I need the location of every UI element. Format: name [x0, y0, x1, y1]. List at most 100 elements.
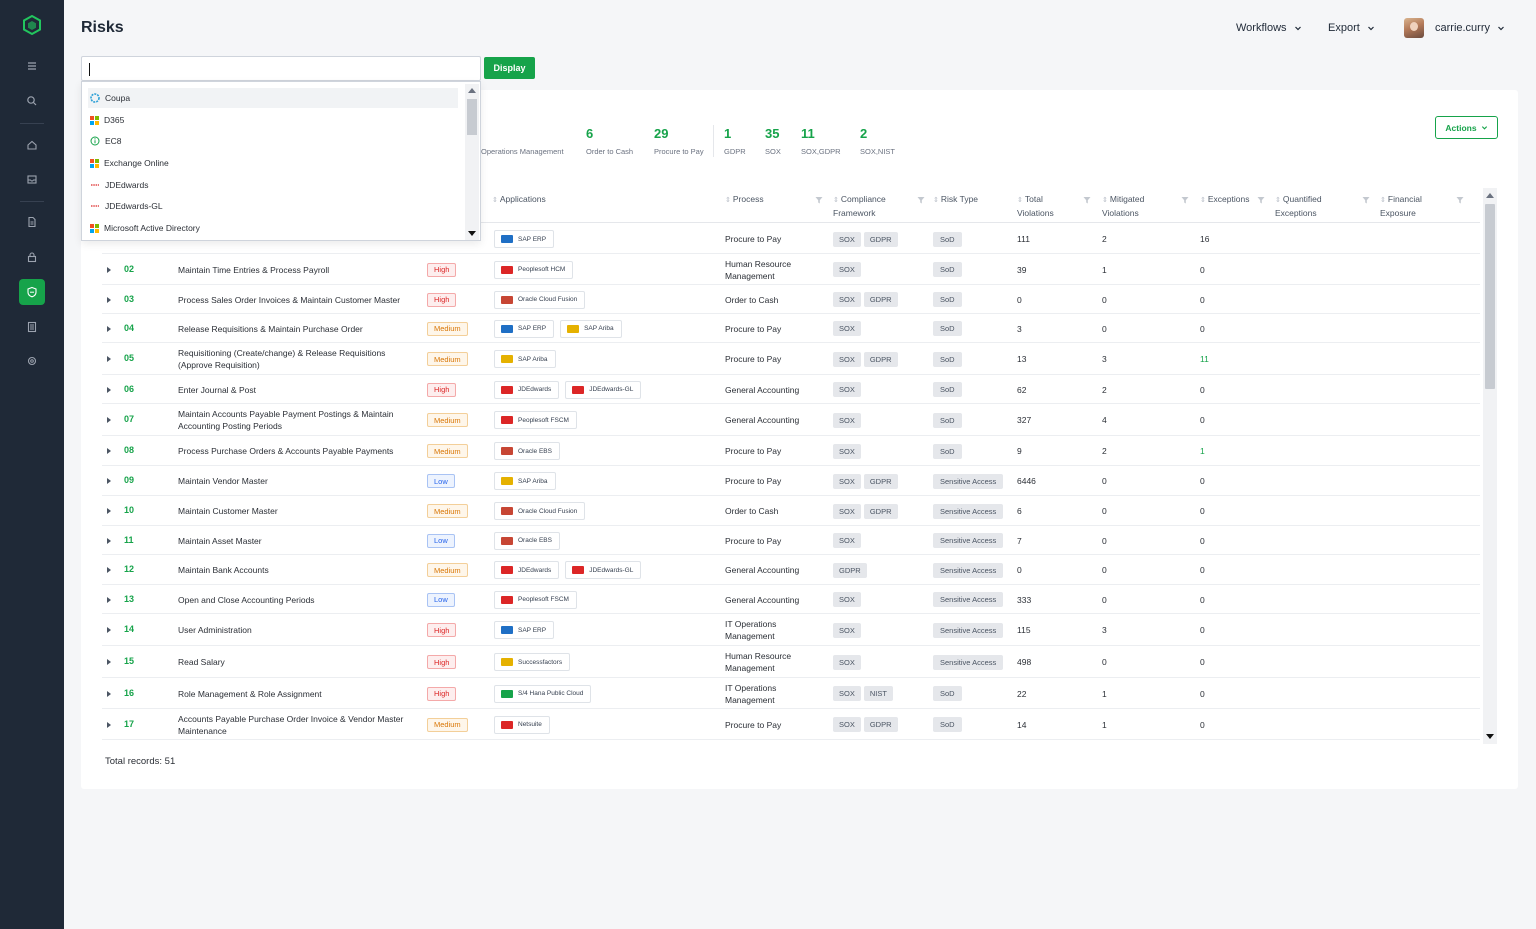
- application-chip[interactable]: Oracle EBS: [494, 442, 560, 460]
- risk-id[interactable]: 13: [124, 594, 134, 604]
- risk-id[interactable]: 02: [124, 264, 134, 274]
- table-scrollbar[interactable]: [1483, 188, 1497, 744]
- expand-row-icon[interactable]: [107, 417, 111, 423]
- stat-sox[interactable]: 35 SOX: [765, 126, 781, 156]
- risk-id[interactable]: 14: [124, 624, 134, 634]
- expand-row-icon[interactable]: [107, 508, 111, 514]
- application-chip[interactable]: Peoplesoft FSCM: [494, 411, 577, 429]
- workflows-menu[interactable]: Workflows: [1236, 22, 1302, 34]
- risk-id[interactable]: 10: [124, 505, 134, 515]
- table-row[interactable]: 16 Role Management & Role Assignment High S…: [102, 678, 1480, 709]
- risk-id[interactable]: 11: [124, 535, 134, 545]
- dropdown-scrollbar[interactable]: [465, 84, 479, 240]
- lock-icon[interactable]: [19, 244, 45, 270]
- expand-row-icon[interactable]: [107, 596, 111, 603]
- table-row[interactable]: 07 Maintain Accounts Payable Payment Post…: [102, 404, 1480, 436]
- application-chip[interactable]: SAP ERP: [494, 230, 555, 248]
- table-row[interactable]: 09 Maintain Vendor Master Low SAP Ariba Proc…: [102, 466, 1480, 496]
- document-icon[interactable]: [19, 209, 45, 235]
- scroll-up-arrow[interactable]: [1486, 193, 1494, 198]
- filter-icon[interactable]: [1257, 196, 1265, 204]
- risk-id[interactable]: 06: [124, 384, 134, 394]
- table-row[interactable]: 17 Accounts Payable Purchase Order Invoic…: [102, 709, 1480, 740]
- dropdown-item-ec8[interactable]: EC8: [88, 131, 458, 151]
- stat-order-to-cash[interactable]: 6 Order to Cash: [586, 126, 633, 156]
- filter-icon[interactable]: [1181, 196, 1189, 204]
- filter-icon[interactable]: [1362, 196, 1370, 204]
- application-chip[interactable]: SAP Ariba: [560, 319, 622, 338]
- risk-id[interactable]: 17: [124, 719, 134, 729]
- application-chip[interactable]: JDEdwards-GL: [565, 561, 642, 579]
- application-chip[interactable]: SAP ERP: [494, 621, 555, 639]
- risk-id[interactable]: 12: [124, 564, 134, 574]
- table-row[interactable]: 06 Enter Journal & Post High JDEdwards JDEdw…: [102, 375, 1480, 404]
- risk-id[interactable]: 15: [124, 656, 134, 666]
- table-row[interactable]: 02 Maintain Time Entries & Process Payrol…: [102, 254, 1480, 285]
- column-header-financial-exposure[interactable]: ⇕ Financial Exposure: [1380, 193, 1435, 219]
- report-icon[interactable]: [19, 314, 45, 340]
- dropdown-item-microsoft-active-directory[interactable]: Microsoft Active Directory: [88, 218, 458, 238]
- application-search-input[interactable]: [81, 56, 481, 81]
- table-row[interactable]: 03 Process Sales Order Invoices & Maintai…: [102, 285, 1480, 314]
- risk-id[interactable]: 07: [124, 414, 134, 424]
- risk-id[interactable]: 09: [124, 475, 134, 485]
- application-chip[interactable]: JDEdwards: [494, 561, 560, 579]
- table-row[interactable]: 05 Requisitioning (Create/change) & Relea…: [102, 343, 1480, 375]
- column-header-applications[interactable]: ⇕ Applications: [492, 193, 546, 207]
- stat-gdpr[interactable]: 1 GDPR: [724, 126, 746, 156]
- expand-row-icon[interactable]: [107, 296, 111, 303]
- inbox-icon[interactable]: [19, 166, 45, 192]
- expand-row-icon[interactable]: [107, 537, 111, 544]
- risk-id[interactable]: 08: [124, 445, 134, 455]
- table-row[interactable]: 04 Release Requisitions & Maintain Purcha…: [102, 314, 1480, 343]
- column-header-mitigated-violations[interactable]: ⇕ Mitigated Violations: [1102, 193, 1162, 219]
- stat-procure-to-pay[interactable]: 29 Procure to Pay: [654, 126, 704, 156]
- dropdown-item-exchange-online[interactable]: Exchange Online: [88, 153, 458, 173]
- scroll-thumb[interactable]: [467, 99, 477, 135]
- search-icon[interactable]: [19, 88, 45, 114]
- risk-id[interactable]: 05: [124, 353, 134, 363]
- application-chip[interactable]: Netsuite: [494, 715, 550, 734]
- expand-row-icon[interactable]: [107, 627, 111, 633]
- dropdown-item-d365[interactable]: D365: [88, 110, 458, 130]
- scroll-up-arrow[interactable]: [468, 88, 476, 93]
- filter-icon[interactable]: [1456, 196, 1464, 204]
- table-row[interactable]: 12 Maintain Bank Accounts Medium JDEdwards J…: [102, 555, 1480, 585]
- export-menu[interactable]: Export: [1328, 22, 1375, 34]
- application-chip[interactable]: Successfactors: [494, 653, 571, 671]
- menu-icon[interactable]: [19, 53, 45, 79]
- application-chip[interactable]: S/4 Hana Public Cloud: [494, 684, 592, 703]
- risk-id[interactable]: 16: [124, 688, 134, 698]
- table-row[interactable]: 08 Process Purchase Orders & Accounts Pay…: [102, 436, 1480, 466]
- risks-shield-icon[interactable]: [19, 279, 45, 305]
- table-row[interactable]: 13 Open and Close Accounting Periods Low Pe…: [102, 585, 1480, 614]
- home-icon[interactable]: [19, 132, 45, 158]
- table-row[interactable]: 11 Maintain Asset Master Low Oracle EBS Proc…: [102, 526, 1480, 555]
- table-row[interactable]: 10 Maintain Customer Master Medium Oracle C…: [102, 496, 1480, 526]
- column-header-exceptions[interactable]: ⇕ Exceptions: [1200, 193, 1249, 207]
- application-chip[interactable]: SAP Ariba: [494, 472, 556, 490]
- scroll-down-arrow[interactable]: [468, 231, 476, 236]
- expand-row-icon[interactable]: [107, 356, 111, 362]
- application-chip[interactable]: SAP ERP: [494, 319, 555, 338]
- application-chip[interactable]: JDEdwards: [494, 380, 560, 399]
- logo-icon[interactable]: [22, 15, 42, 35]
- dropdown-item-jdedwards-gl[interactable]: JDEdwards-GL: [88, 196, 458, 216]
- scroll-thumb[interactable]: [1485, 204, 1495, 389]
- expand-row-icon[interactable]: [107, 325, 111, 332]
- expand-row-icon[interactable]: [107, 659, 111, 665]
- column-header-quantified-exceptions[interactable]: ⇕ Quantified Exceptions: [1275, 193, 1340, 219]
- application-chip[interactable]: SAP Ariba: [494, 350, 556, 368]
- column-header-risk-type[interactable]: ⇕ Risk Type: [933, 193, 978, 207]
- display-button[interactable]: Display: [484, 57, 535, 79]
- expand-row-icon[interactable]: [107, 478, 111, 484]
- dropdown-item-jdedwards[interactable]: JDEdwards: [88, 175, 458, 195]
- stat-operations-management[interactable]: Operations Management: [481, 126, 564, 156]
- column-header-process[interactable]: ⇕ Process: [725, 193, 764, 207]
- expand-row-icon[interactable]: [107, 690, 111, 697]
- application-chip[interactable]: Oracle Cloud Fusion: [494, 290, 586, 309]
- table-row[interactable]: 15 Read Salary High Successfactors Human Res…: [102, 646, 1480, 678]
- avatar[interactable]: [1404, 18, 1424, 38]
- expand-row-icon[interactable]: [107, 266, 111, 273]
- expand-row-icon[interactable]: [107, 567, 111, 573]
